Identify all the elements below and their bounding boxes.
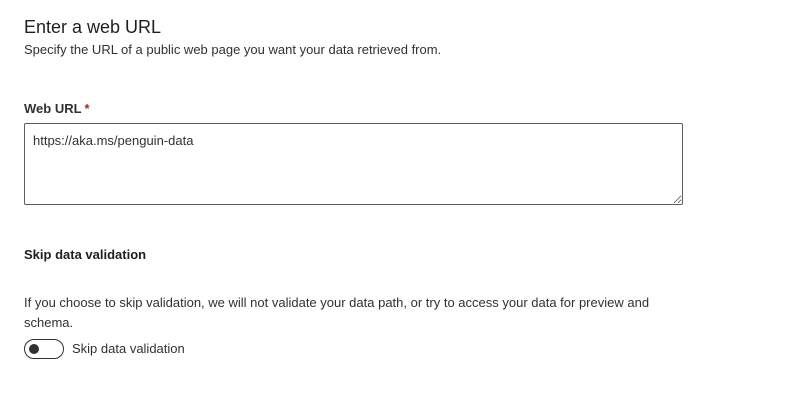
- web-url-label-text: Web URL: [24, 101, 82, 116]
- skip-validation-toggle-row[interactable]: Skip data validation: [24, 339, 185, 359]
- skip-validation-toggle[interactable]: [24, 339, 64, 359]
- web-url-label: Web URL *: [24, 100, 90, 117]
- toggle-thumb: [29, 344, 39, 354]
- skip-validation-toggle-label[interactable]: Skip data validation: [72, 339, 185, 359]
- page-subtitle: Specify the URL of a public web page you…: [24, 42, 442, 57]
- skip-validation-description: If you choose to skip validation, we wil…: [24, 295, 650, 330]
- skip-validation-heading: Skip data validation: [24, 247, 147, 262]
- required-asterisk: *: [84, 101, 90, 116]
- page-title: Enter a web URL: [24, 17, 162, 37]
- web-url-input[interactable]: [24, 123, 683, 205]
